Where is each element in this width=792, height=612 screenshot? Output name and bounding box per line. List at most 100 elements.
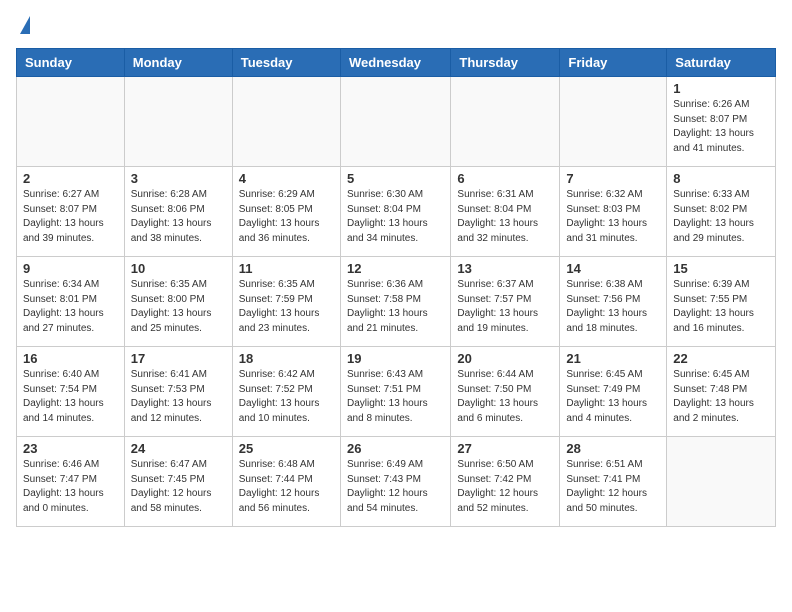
- day-info: Sunrise: 6:29 AM Sunset: 8:05 PM Dayligh…: [239, 188, 334, 246]
- day-info: Sunrise: 6:40 AM Sunset: 7:54 PM Dayligh…: [23, 368, 118, 426]
- day-number: 4: [239, 171, 334, 186]
- day-number: 26: [347, 441, 444, 456]
- calendar-cell: 24 Sunrise: 6:47 AM Sunset: 7:45 PM Dayli…: [124, 437, 232, 527]
- day-info: Sunrise: 6:38 AM Sunset: 7:56 PM Dayligh…: [566, 278, 660, 336]
- day-number: 20: [457, 351, 553, 366]
- weekday-header-monday: Monday: [124, 49, 232, 77]
- calendar-cell: 2 Sunrise: 6:27 AM Sunset: 8:07 PM Daylig…: [17, 167, 125, 257]
- day-info: Sunrise: 6:30 AM Sunset: 8:04 PM Dayligh…: [347, 188, 444, 246]
- day-number: 6: [457, 171, 553, 186]
- weekday-header-saturday: Saturday: [667, 49, 776, 77]
- calendar-cell: 21 Sunrise: 6:45 AM Sunset: 7:49 PM Dayli…: [560, 347, 667, 437]
- day-info: Sunrise: 6:50 AM Sunset: 7:42 PM Dayligh…: [457, 458, 553, 516]
- day-info: Sunrise: 6:48 AM Sunset: 7:44 PM Dayligh…: [239, 458, 334, 516]
- calendar-cell: [340, 77, 450, 167]
- day-number: 28: [566, 441, 660, 456]
- week-row-3: 9 Sunrise: 6:34 AM Sunset: 8:01 PM Daylig…: [17, 257, 776, 347]
- day-number: 17: [131, 351, 226, 366]
- day-number: 11: [239, 261, 334, 276]
- day-info: Sunrise: 6:39 AM Sunset: 7:55 PM Dayligh…: [673, 278, 769, 336]
- calendar-cell: 1 Sunrise: 6:26 AM Sunset: 8:07 PM Daylig…: [667, 77, 776, 167]
- logo: [16, 16, 30, 36]
- calendar-cell: 5 Sunrise: 6:30 AM Sunset: 8:04 PM Daylig…: [340, 167, 450, 257]
- day-info: Sunrise: 6:35 AM Sunset: 7:59 PM Dayligh…: [239, 278, 334, 336]
- calendar-cell: 18 Sunrise: 6:42 AM Sunset: 7:52 PM Dayli…: [232, 347, 340, 437]
- day-info: Sunrise: 6:41 AM Sunset: 7:53 PM Dayligh…: [131, 368, 226, 426]
- calendar-cell: 22Sunrise: 6:45 AM Sunset: 7:48 PM Dayli…: [667, 347, 776, 437]
- calendar-cell: [17, 77, 125, 167]
- week-row-2: 2 Sunrise: 6:27 AM Sunset: 8:07 PM Daylig…: [17, 167, 776, 257]
- day-number: 12: [347, 261, 444, 276]
- day-info: Sunrise: 6:34 AM Sunset: 8:01 PM Dayligh…: [23, 278, 118, 336]
- calendar-cell: 20 Sunrise: 6:44 AM Sunset: 7:50 PM Dayli…: [451, 347, 560, 437]
- day-info: Sunrise: 6:35 AM Sunset: 8:00 PM Dayligh…: [131, 278, 226, 336]
- calendar-cell: 12 Sunrise: 6:36 AM Sunset: 7:58 PM Dayli…: [340, 257, 450, 347]
- day-number: 27: [457, 441, 553, 456]
- day-number: 16: [23, 351, 118, 366]
- calendar-cell: 17 Sunrise: 6:41 AM Sunset: 7:53 PM Dayli…: [124, 347, 232, 437]
- day-info: Sunrise: 6:27 AM Sunset: 8:07 PM Dayligh…: [23, 188, 118, 246]
- weekday-header-wednesday: Wednesday: [340, 49, 450, 77]
- calendar-cell: 9 Sunrise: 6:34 AM Sunset: 8:01 PM Daylig…: [17, 257, 125, 347]
- day-info: Sunrise: 6:47 AM Sunset: 7:45 PM Dayligh…: [131, 458, 226, 516]
- day-number: 25: [239, 441, 334, 456]
- week-row-4: 16 Sunrise: 6:40 AM Sunset: 7:54 PM Dayli…: [17, 347, 776, 437]
- day-number: 13: [457, 261, 553, 276]
- day-number: 5: [347, 171, 444, 186]
- day-info: Sunrise: 6:44 AM Sunset: 7:50 PM Dayligh…: [457, 368, 553, 426]
- day-info: Sunrise: 6:28 AM Sunset: 8:06 PM Dayligh…: [131, 188, 226, 246]
- calendar-cell: 10 Sunrise: 6:35 AM Sunset: 8:00 PM Dayli…: [124, 257, 232, 347]
- day-number: 21: [566, 351, 660, 366]
- day-number: 23: [23, 441, 118, 456]
- day-info: Sunrise: 6:42 AM Sunset: 7:52 PM Dayligh…: [239, 368, 334, 426]
- weekday-header-friday: Friday: [560, 49, 667, 77]
- day-info: Sunrise: 6:49 AM Sunset: 7:43 PM Dayligh…: [347, 458, 444, 516]
- weekday-header-sunday: Sunday: [17, 49, 125, 77]
- calendar-cell: 3 Sunrise: 6:28 AM Sunset: 8:06 PM Daylig…: [124, 167, 232, 257]
- calendar-table: SundayMondayTuesdayWednesdayThursdayFrid…: [16, 48, 776, 527]
- calendar-cell: 26 Sunrise: 6:49 AM Sunset: 7:43 PM Dayli…: [340, 437, 450, 527]
- day-number: 1: [673, 81, 769, 96]
- calendar-cell: 14Sunrise: 6:38 AM Sunset: 7:56 PM Dayli…: [560, 257, 667, 347]
- logo-triangle-icon: [20, 16, 30, 34]
- day-info: Sunrise: 6:51 AM Sunset: 7:41 PM Dayligh…: [566, 458, 660, 516]
- weekday-header-thursday: Thursday: [451, 49, 560, 77]
- calendar-cell: 25 Sunrise: 6:48 AM Sunset: 7:44 PM Dayli…: [232, 437, 340, 527]
- day-number: 2: [23, 171, 118, 186]
- calendar-cell: [451, 77, 560, 167]
- calendar-cell: [667, 437, 776, 527]
- day-number: 24: [131, 441, 226, 456]
- calendar-cell: 8 Sunrise: 6:33 AM Sunset: 8:02 PM Daylig…: [667, 167, 776, 257]
- day-number: 19: [347, 351, 444, 366]
- weekday-header-row: SundayMondayTuesdayWednesdayThursdayFrid…: [17, 49, 776, 77]
- calendar-cell: 6 Sunrise: 6:31 AM Sunset: 8:04 PM Daylig…: [451, 167, 560, 257]
- week-row-5: 23 Sunrise: 6:46 AM Sunset: 7:47 PM Dayli…: [17, 437, 776, 527]
- day-info: Sunrise: 6:37 AM Sunset: 7:57 PM Dayligh…: [457, 278, 553, 336]
- page-header: [16, 16, 776, 36]
- day-info: Sunrise: 6:33 AM Sunset: 8:02 PM Dayligh…: [673, 188, 769, 246]
- calendar-cell: 13 Sunrise: 6:37 AM Sunset: 7:57 PM Dayli…: [451, 257, 560, 347]
- day-info: Sunrise: 6:32 AM Sunset: 8:03 PM Dayligh…: [566, 188, 660, 246]
- day-info: Sunrise: 6:45 AM Sunset: 7:49 PM Dayligh…: [566, 368, 660, 426]
- calendar-cell: 11 Sunrise: 6:35 AM Sunset: 7:59 PM Dayli…: [232, 257, 340, 347]
- day-number: 3: [131, 171, 226, 186]
- day-info: Sunrise: 6:36 AM Sunset: 7:58 PM Dayligh…: [347, 278, 444, 336]
- week-row-1: 1 Sunrise: 6:26 AM Sunset: 8:07 PM Daylig…: [17, 77, 776, 167]
- calendar-cell: 23 Sunrise: 6:46 AM Sunset: 7:47 PM Dayli…: [17, 437, 125, 527]
- calendar-cell: 28 Sunrise: 6:51 AM Sunset: 7:41 PM Dayli…: [560, 437, 667, 527]
- day-number: 10: [131, 261, 226, 276]
- calendar-cell: 4 Sunrise: 6:29 AM Sunset: 8:05 PM Daylig…: [232, 167, 340, 257]
- day-number: 8: [673, 171, 769, 186]
- day-info: Sunrise: 6:31 AM Sunset: 8:04 PM Dayligh…: [457, 188, 553, 246]
- day-number: 7: [566, 171, 660, 186]
- calendar-cell: [232, 77, 340, 167]
- day-info: Sunrise: 6:45 AM Sunset: 7:48 PM Dayligh…: [673, 368, 769, 426]
- day-info: Sunrise: 6:26 AM Sunset: 8:07 PM Dayligh…: [673, 98, 769, 156]
- day-info: Sunrise: 6:43 AM Sunset: 7:51 PM Dayligh…: [347, 368, 444, 426]
- calendar-cell: [124, 77, 232, 167]
- calendar-cell: 7 Sunrise: 6:32 AM Sunset: 8:03 PM Daylig…: [560, 167, 667, 257]
- day-number: 9: [23, 261, 118, 276]
- day-info: Sunrise: 6:46 AM Sunset: 7:47 PM Dayligh…: [23, 458, 118, 516]
- day-number: 18: [239, 351, 334, 366]
- calendar-cell: 15Sunrise: 6:39 AM Sunset: 7:55 PM Dayli…: [667, 257, 776, 347]
